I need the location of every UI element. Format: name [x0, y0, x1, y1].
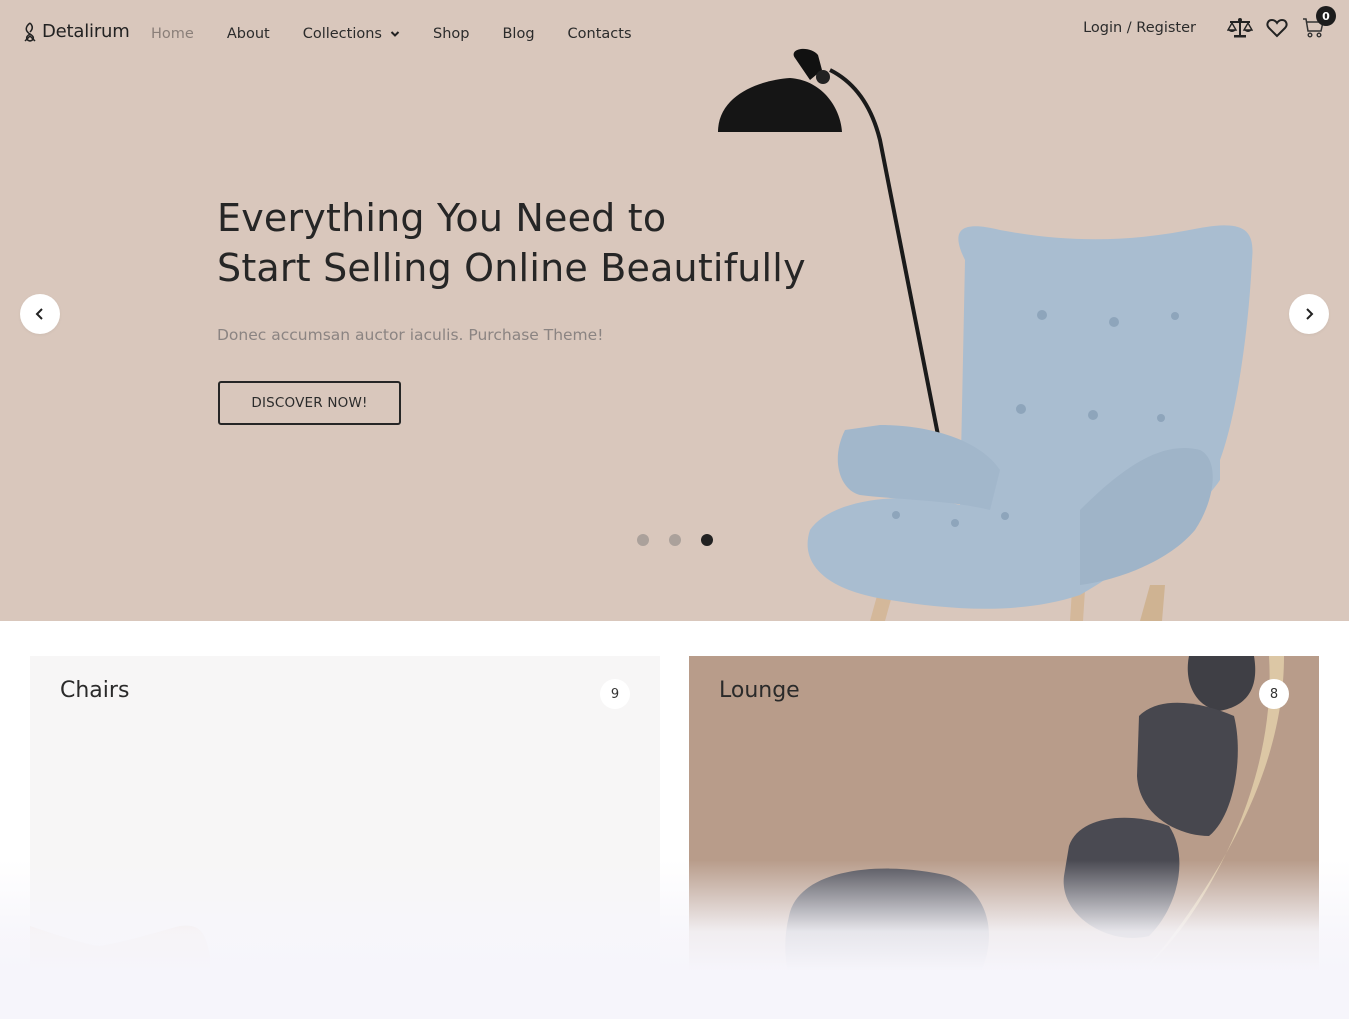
chevron-left-icon	[35, 308, 43, 320]
chairs-card-image	[30, 925, 210, 986]
slider-dot-3[interactable]	[701, 534, 713, 546]
hero-title-line1: Everything You Need to	[217, 196, 667, 240]
compare-button[interactable]	[1227, 16, 1253, 40]
lounge-card-image	[785, 656, 1284, 986]
cart-count-badge: 0	[1316, 6, 1336, 26]
slider-dot-1[interactable]	[637, 534, 649, 546]
slider-dot-2[interactable]	[669, 534, 681, 546]
heart-icon	[1266, 18, 1288, 38]
nav-collections[interactable]: Collections	[303, 26, 400, 42]
header-actions: Login / Register 0	[1083, 6, 1336, 40]
logo-icon	[24, 21, 36, 42]
nav-collections-label: Collections	[302, 26, 382, 42]
nav-contacts-label: Contacts	[567, 26, 632, 42]
main-nav: Home About Collections Shop Blog Contact…	[151, 26, 632, 42]
cart-button[interactable]: 0	[1301, 6, 1336, 40]
site-header: Detalirum Home About Collections Shop Bl…	[0, 0, 1349, 70]
slider-pagination	[637, 534, 713, 546]
chevron-right-icon	[1306, 308, 1314, 320]
category-count-badge: 9	[600, 679, 630, 709]
floor-lamp-image	[718, 48, 940, 436]
wishlist-button[interactable]	[1264, 16, 1290, 40]
slider-next-button[interactable]	[1289, 294, 1329, 334]
scale-icon	[1227, 18, 1253, 38]
nav-about[interactable]: About	[227, 26, 270, 42]
hero-slider: Detalirum Home About Collections Shop Bl…	[0, 0, 1349, 621]
discover-now-button[interactable]: DISCOVER NOW!	[218, 381, 401, 425]
nav-shop[interactable]: Shop	[433, 26, 469, 42]
nav-contacts[interactable]: Contacts	[568, 26, 632, 42]
logo-text: Detalirum	[42, 21, 130, 42]
nav-home-label: Home	[151, 26, 194, 42]
category-cards: Chairs 9 Lounge 8	[30, 656, 1319, 1019]
hero-subtitle: Donec accumsan auctor iaculis. Purchase …	[217, 326, 604, 344]
armchair-image	[807, 225, 1253, 621]
logo[interactable]: Detalirum	[22, 21, 130, 42]
nav-blog-label: Blog	[502, 26, 535, 42]
nav-about-label: About	[226, 26, 270, 42]
nav-blog[interactable]: Blog	[502, 26, 534, 42]
category-title: Chairs	[60, 678, 130, 703]
category-title: Lounge	[719, 678, 800, 703]
category-card-chairs[interactable]: Chairs 9	[30, 656, 660, 986]
slider-prev-button[interactable]	[20, 294, 60, 334]
chevron-down-icon	[390, 31, 400, 37]
login-register-link[interactable]: Login / Register	[1083, 20, 1196, 36]
hero-image-lamp-and-armchair	[718, 48, 1253, 621]
nav-home[interactable]: Home	[151, 26, 194, 42]
nav-shop-label: Shop	[432, 26, 470, 42]
category-count-badge: 8	[1259, 679, 1289, 709]
category-card-lounge[interactable]: Lounge 8	[689, 656, 1319, 986]
